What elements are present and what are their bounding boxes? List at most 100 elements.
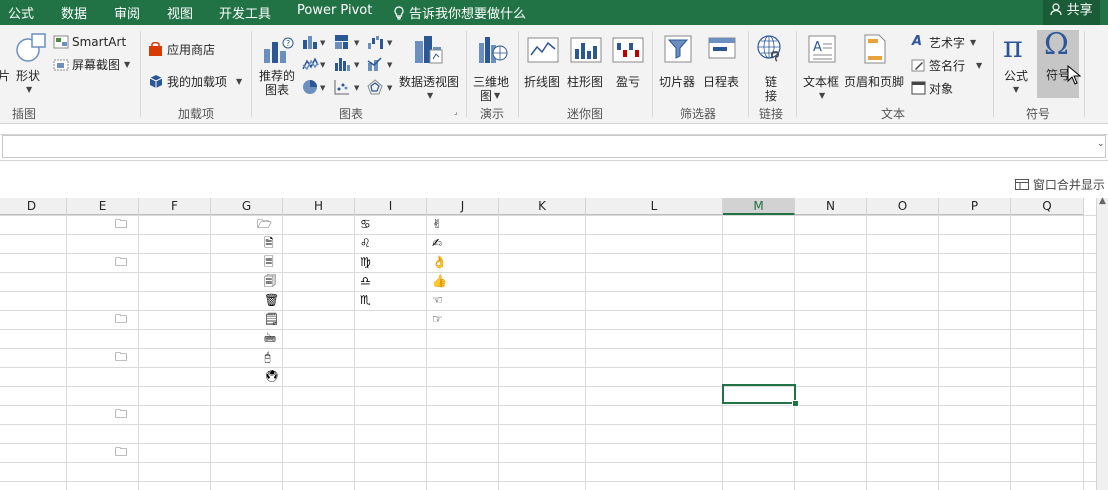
textbox-icon: A [808,35,836,63]
column-header-p[interactable]: P [939,198,1011,215]
store-button[interactable]: 应用商店 [148,41,228,59]
column-header-n[interactable]: N [795,198,867,215]
mouse-cursor-icon [1067,65,1081,85]
cell-j1[interactable]: ✌ [432,216,442,234]
sparkline-line-button[interactable]: 折线图 [523,31,563,101]
recommended-charts-button[interactable]: ? 推荐的 图表 [257,31,299,101]
column-header-l[interactable]: L [586,198,723,215]
formula-input[interactable] [2,135,1106,158]
sparkline-column-button[interactable]: 柱形图 [566,31,606,101]
column-header-f[interactable]: F [139,198,211,215]
stat-chart-button[interactable]: ▼ [333,55,363,73]
column-header-i[interactable]: I [355,198,427,215]
cell-i4[interactable]: ♎ [360,273,371,291]
cell-g7[interactable]: 🖮 [264,330,276,348]
object-button[interactable]: 对象 [911,80,987,98]
person-icon [1050,3,1063,16]
signature-line-button[interactable]: 签名行 ▼ [911,57,987,75]
tab-review[interactable]: 审阅 [114,3,140,22]
column-header-j[interactable]: J [427,198,499,215]
column-header-k[interactable]: K [499,198,586,215]
pivot-chart-button[interactable]: 数据透视图 ▼ [398,31,460,101]
cell-g8[interactable]: 🖯 [264,349,271,367]
cell-g4[interactable]: 🗐 [264,273,276,291]
cell-j6[interactable]: ☞ [432,311,443,329]
svg-text:▼: ▼ [354,84,360,92]
cell-i1[interactable]: ♋ [360,216,371,234]
window-merge-toggle[interactable]: 窗口合并显示 [1015,176,1105,193]
cell-g6[interactable]: 🗒 [264,311,279,329]
textbox-button[interactable]: A 文本框 ▼ [802,31,842,101]
tab-data[interactable]: 数据 [61,3,87,22]
column-header-h[interactable]: H [283,198,355,215]
svg-text:▼: ▼ [354,61,360,69]
tell-me-search[interactable]: 告诉我你想要做什么 [393,3,526,22]
column-chart-button[interactable]: ▼ [301,33,329,51]
cell-i5[interactable]: ♏ [360,292,371,310]
sparkline-column-label: 柱形图 [567,75,604,89]
cell-i3[interactable]: ♍ [360,254,371,272]
cell-j5[interactable]: ☜ [432,292,443,310]
column-header-m[interactable]: M [723,198,795,215]
spreadsheet-grid[interactable]: D E F G H I J K L M N O P Q 🗀 🗀 🗀 🗀 🗀 🗀 🗁 🗎 🗏 🗐 🗑 🗒 🖮 🖯 🖲 ♋ ♌ ♍ ♎ ♏ ✌ ✍ 👌 👍 ☜ ☞ [0,198,1096,490]
sparkline-winloss-button[interactable]: 盈亏 [610,31,646,101]
active-cell-border[interactable] [722,384,796,404]
column-header-d[interactable]: D [0,198,67,215]
scatter-chart-button[interactable]: ▼ [333,78,363,96]
group-separator [993,31,994,117]
hyperlink-button[interactable]: 链 接 [752,31,790,103]
cell-j4[interactable]: 👍 [432,273,447,291]
column-header-q[interactable]: Q [1011,198,1084,215]
pi-icon: π [1003,30,1023,65]
column-header-o[interactable]: O [867,198,939,215]
smartart-button[interactable]: SmartArt [53,34,133,52]
cell-g2[interactable]: 🗎 [264,235,274,253]
equation-button[interactable]: π 公式 ▼ [998,30,1034,101]
waterfall-chart-button[interactable]: ▼ [366,33,396,51]
tab-formulas[interactable]: 公式 [8,3,34,22]
my-addins-button[interactable]: 我的加载项 ▼ [148,73,248,91]
timeline-button[interactable]: 日程表 [701,31,743,101]
fill-handle[interactable] [792,400,799,407]
cell-e6[interactable]: 🗀 [115,311,127,329]
cell-e8[interactable]: 🗀 [115,349,127,367]
chevron-down-icon: ▼ [494,91,501,100]
cell-g9[interactable]: 🖲 [264,368,279,386]
header-footer-button[interactable]: 页眉和页脚 [844,31,906,101]
dialog-launcher-icon[interactable]: ⌟ [454,107,458,116]
vertical-scrollbar[interactable]: ▲ [1096,196,1108,490]
cell-e11[interactable]: 🗀 [115,406,127,424]
chevron-down-icon[interactable]: ⌄ [1097,139,1105,149]
hierarchy-chart-button[interactable]: ▼ [333,33,363,51]
line-chart-button[interactable]: ▼ [301,55,329,73]
cell-e3[interactable]: 🗀 [115,254,127,272]
shapes-button[interactable]: 形状 ▼ [12,31,48,101]
radar-chart-button[interactable]: ▼ [366,78,396,96]
cell-e1[interactable]: 🗀 [115,216,127,234]
gridline [0,367,1096,368]
wordart-button[interactable]: A 艺术字 ▼ [911,34,987,52]
svg-text:?: ? [286,39,290,48]
cell-g3[interactable]: 🗏 [264,254,274,272]
slicer-button[interactable]: 切片器 [657,31,699,101]
pie-chart-button[interactable]: ▼ [301,78,329,96]
screenshot-button[interactable]: 屏幕截图 ▼ [53,57,133,75]
tab-power-pivot[interactable]: Power Pivot [297,3,372,18]
cell-j2[interactable]: ✍ [432,235,442,253]
cell-g5[interactable]: 🗑 [264,292,279,310]
column-header-e[interactable]: E [67,198,139,215]
symbol-button[interactable]: Ω 符号 [1037,27,1079,98]
cell-j3[interactable]: 👌 [432,254,447,272]
tab-developer[interactable]: 开发工具 [219,3,271,22]
cell-g1[interactable]: 🗁 [257,216,272,234]
combo-chart-button[interactable]: ▼ [366,55,396,73]
3d-map-button[interactable]: 三维地 图 ▼ [471,31,513,103]
tab-view[interactable]: 视图 [167,3,193,22]
cell-e13[interactable]: 🗀 [115,444,127,462]
column-header-g[interactable]: G [211,198,283,215]
pictures-partial-label[interactable]: 片 [0,69,10,83]
cell-i2[interactable]: ♌ [360,235,371,253]
object-label: 对象 [929,82,954,96]
share-button[interactable]: 共享 [1043,0,1100,25]
scroll-up-icon[interactable]: ▲ [1099,196,1106,206]
